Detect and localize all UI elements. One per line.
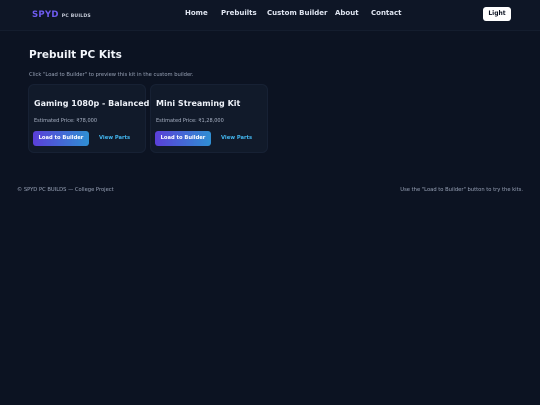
kit-card: Gaming 1080p - Balanced Estimated Price:… <box>29 85 149 152</box>
theme-toggle-button[interactable]: Light <box>483 7 511 21</box>
kit-price: Estimated Price: ₹78,000 <box>34 118 97 124</box>
nav-contact[interactable]: Contact <box>371 9 402 17</box>
load-to-builder-button[interactable]: Load to Builder <box>155 131 211 146</box>
nav-custom-builder[interactable]: Custom Builder <box>267 9 328 17</box>
footer-copyright: © SPYD PC BUILDS — College Project <box>17 187 114 193</box>
top-navbar: SPYD PC BUILDS Home Prebuilts Custom Bui… <box>0 0 540 31</box>
kit-price: Estimated Price: ₹1,28,000 <box>156 118 224 124</box>
nav-about[interactable]: About <box>335 9 359 17</box>
main-nav: Home Prebuilts Custom Builder About Cont… <box>0 9 540 19</box>
nav-home[interactable]: Home <box>185 9 208 17</box>
footer-hint: Use the "Load to Builder" button to try … <box>400 187 523 193</box>
kit-card: Mini Streaming Kit Estimated Price: ₹1,2… <box>151 85 267 152</box>
view-parts-link[interactable]: View Parts <box>221 131 252 146</box>
kit-name: Gaming 1080p - Balanced <box>34 99 150 108</box>
kit-name: Mini Streaming Kit <box>156 99 241 108</box>
page-title: Prebuilt PC Kits <box>29 49 122 61</box>
page-subtitle: Click "Load to Builder" to preview this … <box>29 72 194 78</box>
load-to-builder-button[interactable]: Load to Builder <box>33 131 89 146</box>
nav-prebuilts[interactable]: Prebuilts <box>221 9 257 17</box>
view-parts-link[interactable]: View Parts <box>99 131 130 146</box>
